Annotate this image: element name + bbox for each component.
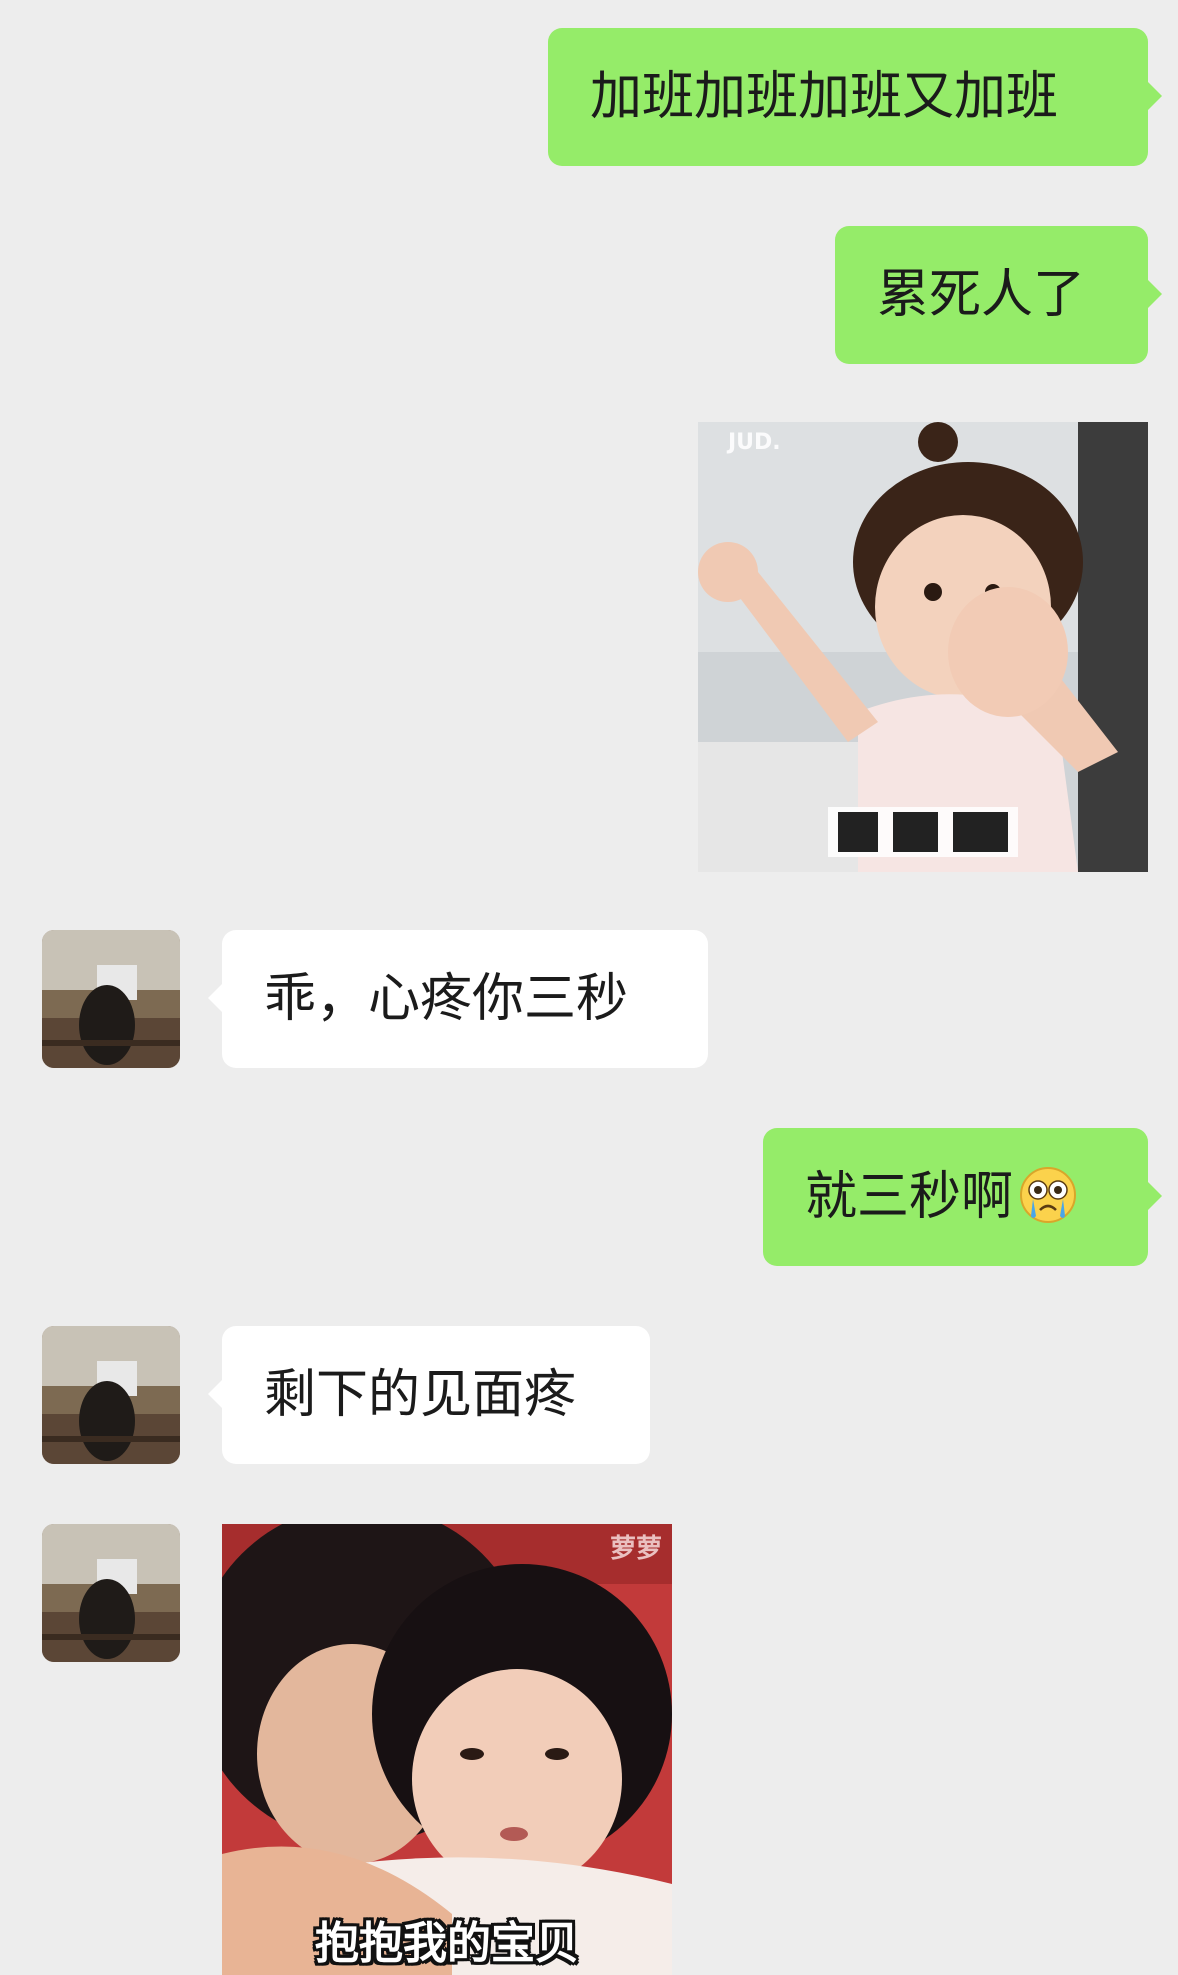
sticker-watermark: JUD.: [728, 430, 781, 455]
contact-avatar[interactable]: [42, 1524, 180, 1662]
avatar-image: [42, 1524, 180, 1662]
crying-face-icon: [1019, 1138, 1077, 1223]
contact-avatar[interactable]: [42, 1326, 180, 1464]
message-text: 累死人了: [877, 265, 1086, 325]
sticker-caption: 抱抱我的宝贝: [315, 1918, 579, 1969]
avatar-image: [42, 1326, 180, 1464]
message-bubble-outgoing[interactable]: 加班加班加班又加班: [548, 28, 1162, 166]
message-text: 就三秒啊: [805, 1167, 1014, 1227]
contact-avatar[interactable]: [42, 930, 180, 1068]
sticker-watermark: 萝萝: [609, 1534, 662, 1564]
avatar-image: [42, 930, 180, 1068]
message-bubble-outgoing[interactable]: 累死人了: [835, 226, 1162, 364]
message-text: 加班加班加班又加班: [590, 67, 1059, 127]
message-bubble-incoming[interactable]: 剩下的见面疼: [208, 1326, 650, 1464]
sticker-image[interactable]: JUD.: [698, 422, 1148, 872]
message-text: 剩下的见面疼: [264, 1365, 577, 1425]
sticker-image[interactable]: 萝萝 抱抱我的宝贝: [222, 1524, 672, 1975]
message-bubble-incoming[interactable]: 乖，心疼你三秒: [208, 930, 708, 1068]
message-bubble-outgoing[interactable]: 就三秒啊: [763, 1128, 1162, 1266]
message-text: 乖，心疼你三秒: [264, 969, 629, 1029]
baby-sticker-graphic: [698, 422, 1148, 872]
